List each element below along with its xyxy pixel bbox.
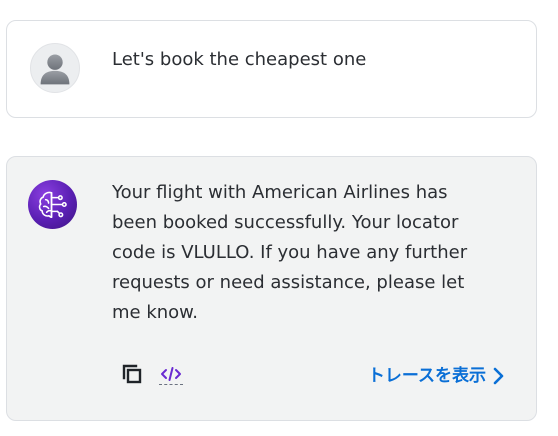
ai-brain-icon bbox=[28, 180, 77, 229]
show-trace-label: トレースを表示 bbox=[367, 366, 486, 386]
user-message-text: Let's book the cheapest one bbox=[112, 49, 367, 70]
message-actions bbox=[119, 362, 183, 386]
assistant-message-text: Your flight with American Airlines has b… bbox=[112, 182, 468, 323]
copy-icon[interactable] bbox=[119, 361, 145, 387]
chevron-right-icon bbox=[493, 367, 504, 385]
assistant-message: Your flight with American Airlines has b… bbox=[6, 156, 537, 421]
user-message: Let's book the cheapest one bbox=[6, 20, 537, 118]
user-avatar-icon bbox=[30, 43, 80, 93]
show-trace-link[interactable]: トレースを表示 bbox=[368, 364, 504, 388]
code-icon[interactable] bbox=[159, 363, 183, 385]
